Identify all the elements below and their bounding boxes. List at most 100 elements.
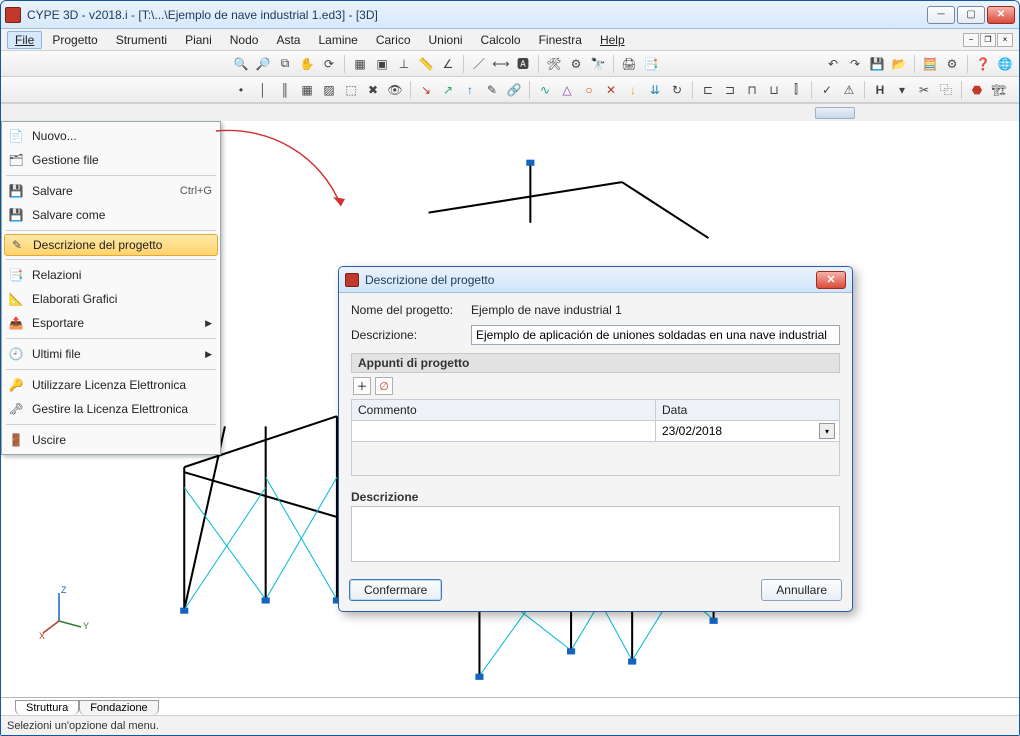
save-icon[interactable]: 💾 [867, 54, 887, 74]
menu-piani[interactable]: Piani [177, 31, 220, 49]
section-icon[interactable]: H [870, 80, 890, 100]
zoom-in-icon[interactable]: 🔍 [231, 54, 251, 74]
menu-item-nuovo-[interactable]: 📄Nuovo... [4, 124, 218, 148]
cell-comment[interactable] [352, 421, 656, 442]
dialog-titlebar[interactable]: Descrizione del progetto ✕ [339, 267, 852, 293]
axis-z-icon[interactable]: ↑ [460, 80, 480, 100]
menu-item-relazioni[interactable]: 📑Relazioni [4, 263, 218, 287]
tools-icon[interactable]: 🛠 [544, 54, 564, 74]
minimize-button[interactable]: ─ [927, 6, 955, 24]
menu-item-esportare[interactable]: 📤Esportare▶ [4, 311, 218, 335]
release-icon[interactable]: ○ [579, 80, 599, 100]
stop-icon[interactable]: ⬣ [967, 80, 987, 100]
load-icon[interactable]: ↓ [623, 80, 643, 100]
axis-x-icon[interactable]: ↘ [416, 80, 436, 100]
menu-lamine[interactable]: Lamine [310, 31, 365, 49]
menu-file[interactable]: File [7, 31, 42, 49]
ortho-icon[interactable]: ⊥ [394, 54, 414, 74]
delete-icon[interactable]: ✖ [363, 80, 383, 100]
date-input[interactable] [660, 423, 819, 439]
pan-icon[interactable]: ✋ [297, 54, 317, 74]
line-icon[interactable]: ／ [469, 54, 489, 74]
settings-icon[interactable]: ⚙ [566, 54, 586, 74]
table-row[interactable]: ▾ [352, 421, 840, 442]
measure-icon[interactable]: 📏 [416, 54, 436, 74]
col-comment[interactable]: Commento [352, 400, 656, 421]
cross-icon[interactable]: ✕ [601, 80, 621, 100]
config-icon[interactable]: ⚙ [942, 54, 962, 74]
pattern-icon[interactable]: ▦ [297, 80, 317, 100]
cancel-button[interactable]: Annullare [761, 579, 842, 601]
text-icon[interactable]: 🅰 [513, 54, 533, 74]
hscroll[interactable] [1, 103, 1019, 121]
select-icon[interactable]: ⬚ [341, 80, 361, 100]
union2-icon[interactable]: ⊐ [720, 80, 740, 100]
bars-icon[interactable]: ║ [275, 80, 295, 100]
redo-icon[interactable]: ↷ [845, 54, 865, 74]
support-icon[interactable]: △ [557, 80, 577, 100]
layers-icon[interactable]: 📑 [641, 54, 661, 74]
mdi-restore[interactable]: ❐ [980, 33, 996, 47]
scissors-icon[interactable]: ✂ [914, 80, 934, 100]
zoom-fit-icon[interactable]: ⧉ [275, 54, 295, 74]
menu-item-salvare[interactable]: 💾SalvareCtrl+G [4, 179, 218, 203]
link-icon[interactable]: 🔗 [504, 80, 524, 100]
dim-icon[interactable]: ⟷ [491, 54, 511, 74]
menu-item-utilizzare-licenza-elettronica[interactable]: 🔑Utilizzare Licenza Elettronica [4, 373, 218, 397]
viewport[interactable]: Z Y X 📄Nuovo...🗂Gestione file💾SalvareCtr… [1, 121, 1019, 697]
menu-finestra[interactable]: Finestra [531, 31, 590, 49]
menu-carico[interactable]: Carico [368, 31, 419, 49]
menu-progetto[interactable]: Progetto [44, 31, 105, 49]
add-note-button[interactable]: ＋ [353, 377, 371, 395]
menu-unioni[interactable]: Unioni [421, 31, 471, 49]
menu-item-uscire[interactable]: 🚪Uscire [4, 428, 218, 452]
union4-icon[interactable]: ⊔ [764, 80, 784, 100]
find-icon[interactable]: 🔭 [588, 54, 608, 74]
close-button[interactable]: ✕ [987, 6, 1015, 24]
tab-fondazione[interactable]: Fondazione [79, 700, 159, 715]
moment-icon[interactable]: ↻ [667, 80, 687, 100]
zoom-out-icon[interactable]: 🔎 [253, 54, 273, 74]
spring-icon[interactable]: ∿ [535, 80, 555, 100]
menu-strumenti[interactable]: Strumenti [108, 31, 175, 49]
bar-icon[interactable]: │ [253, 80, 273, 100]
menu-calcolo[interactable]: Calcolo [473, 31, 529, 49]
desc-textarea[interactable] [351, 506, 840, 562]
dialog-close-button[interactable]: ✕ [816, 271, 846, 289]
menu-item-gestire-la-licenza-elettronica[interactable]: 🗝Gestire la Licenza Elettronica [4, 397, 218, 421]
mdi-close[interactable]: × [997, 33, 1013, 47]
rotate-icon[interactable]: ⟳ [319, 54, 339, 74]
warn-icon[interactable]: ⚠ [839, 80, 859, 100]
expand-icon[interactable]: ▾ [892, 80, 912, 100]
date-dropdown-button[interactable]: ▾ [819, 423, 835, 439]
description-input[interactable] [471, 325, 840, 345]
union3-icon[interactable]: ⊓ [742, 80, 762, 100]
menu-item-ultimi-file[interactable]: 🕘Ultimi file▶ [4, 342, 218, 366]
hatch-icon[interactable]: ▨ [319, 80, 339, 100]
hscroll-thumb[interactable] [815, 107, 855, 119]
union5-icon[interactable]: ⫿ [786, 80, 806, 100]
menu-item-descrizione-del-progetto[interactable]: ✎Descrizione del progetto [4, 234, 218, 256]
snap-icon[interactable]: ▣ [372, 54, 392, 74]
angle-icon[interactable]: ∠ [438, 54, 458, 74]
confirm-button[interactable]: Confermare [349, 579, 442, 601]
globe-icon[interactable]: 🌐 [995, 54, 1015, 74]
undo-icon[interactable]: ↶ [823, 54, 843, 74]
menu-help[interactable]: Help [592, 31, 633, 49]
calc-icon[interactable]: 🧮 [920, 54, 940, 74]
maximize-button[interactable]: ▢ [957, 6, 985, 24]
help-icon[interactable]: ❓ [973, 54, 993, 74]
check-icon[interactable]: ✓ [817, 80, 837, 100]
copy-icon[interactable]: ⿻ [936, 80, 956, 100]
tab-struttura[interactable]: Struttura [15, 700, 79, 715]
menu-item-salvare-come[interactable]: 💾Salvare come [4, 203, 218, 227]
node-icon[interactable]: • [231, 80, 251, 100]
menu-nodo[interactable]: Nodo [222, 31, 267, 49]
delete-note-button[interactable]: ∅ [375, 377, 393, 395]
open-icon[interactable]: 📂 [889, 54, 909, 74]
union1-icon[interactable]: ⊏ [698, 80, 718, 100]
dist-load-icon[interactable]: ⇊ [645, 80, 665, 100]
menu-item-gestione-file[interactable]: 🗂Gestione file [4, 148, 218, 172]
edit-prop-icon[interactable]: ✎ [482, 80, 502, 100]
app2-icon[interactable]: 🏗 [989, 80, 1009, 100]
